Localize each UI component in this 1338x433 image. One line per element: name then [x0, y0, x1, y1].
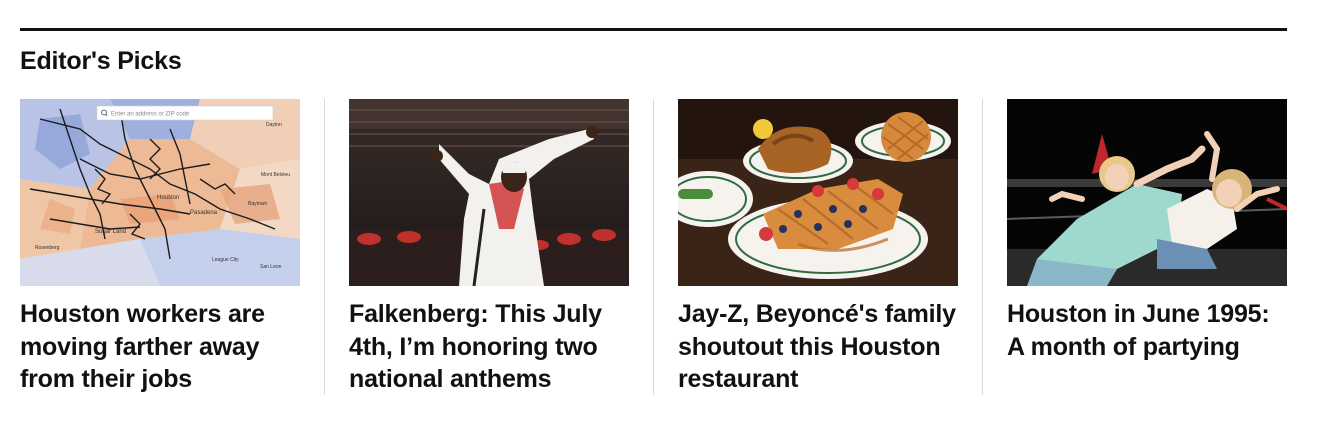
- card-divider: [653, 99, 654, 395]
- card-divider: [324, 99, 325, 395]
- map-label-dayton: Dayton: [266, 122, 282, 128]
- editors-picks-section: Editor's Picks Enter an address or ZIP c…: [20, 28, 1287, 395]
- story-headline[interactable]: Falkenberg: This July 4th, I’m honoring …: [349, 298, 629, 396]
- map-label-mont-belvieu: Mont Belvieu: [261, 172, 290, 178]
- section-title: Editor's Picks: [20, 47, 182, 75]
- two-women-partying-image[interactable]: [1007, 99, 1287, 286]
- map-label-san-leon: San Leon: [260, 264, 282, 270]
- chicken-and-waffles-image[interactable]: [678, 99, 958, 286]
- story-headline[interactable]: Jay-Z, Beyoncé's family shoutout this Ho…: [678, 298, 958, 396]
- story-headline[interactable]: Houston in June 1995: A month of partyin…: [1007, 298, 1287, 363]
- map-label-pasadena: Pasadena: [190, 210, 218, 216]
- cards-row: Enter an address or ZIP code Houston Pas…: [20, 99, 1287, 395]
- story-headline[interactable]: Houston workers are moving farther away …: [20, 298, 300, 396]
- story-card-falkenberg-anthems[interactable]: Falkenberg: This July 4th, I’m honoring …: [349, 99, 629, 395]
- map-label-baytown: Baytown: [248, 201, 267, 207]
- map-label-sugar-land: Sugar Land: [95, 229, 126, 235]
- story-card-houston-june-1995[interactable]: Houston in June 1995: A month of partyin…: [1007, 99, 1287, 395]
- map-label-rosenberg: Rosenberg: [35, 245, 60, 251]
- map-label-houston: Houston: [157, 195, 179, 201]
- section-top-rule: [20, 28, 1287, 31]
- singer-in-stadium-image[interactable]: [349, 99, 629, 286]
- story-card-houston-workers[interactable]: Enter an address or ZIP code Houston Pas…: [20, 99, 300, 395]
- map-search-placeholder: Enter an address or ZIP code: [111, 112, 190, 118]
- map-of-houston-commutes-image[interactable]: Enter an address or ZIP code Houston Pas…: [20, 99, 300, 286]
- card-divider: [982, 99, 983, 395]
- story-card-jayz-beyonce-restaurant[interactable]: Jay-Z, Beyoncé's family shoutout this Ho…: [678, 99, 958, 395]
- map-label-league-city: League City: [212, 257, 239, 263]
